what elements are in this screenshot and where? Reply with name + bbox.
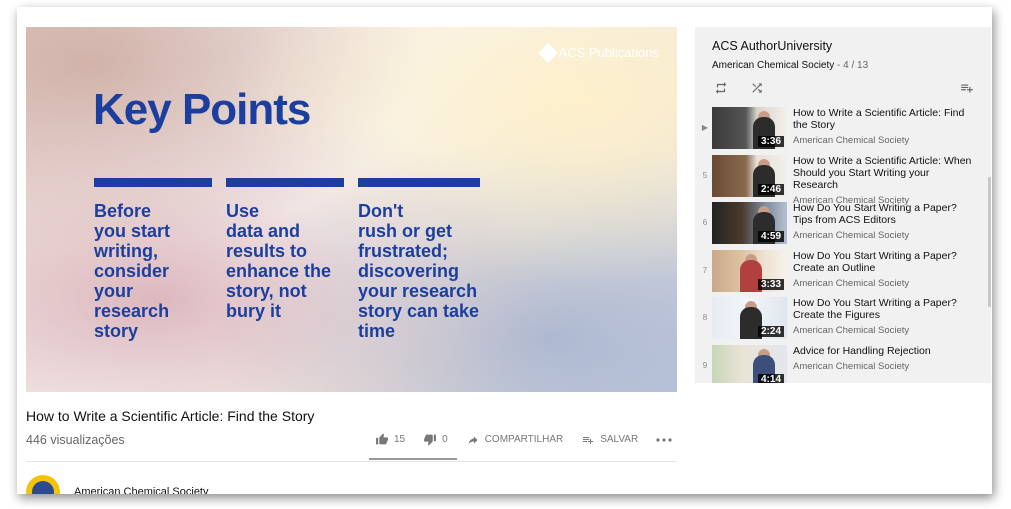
video-duration: 4:59 — [757, 231, 784, 242]
like-button[interactable]: 15 — [375, 433, 405, 446]
column-bar — [226, 178, 344, 187]
video-thumbnail[interactable]: 2:24 — [712, 297, 787, 339]
playlist-owner[interactable]: American Chemical Society — [712, 60, 834, 71]
loop-icon[interactable] — [713, 81, 729, 95]
video-duration: 2:24 — [757, 326, 784, 337]
playlist-item-title[interactable]: How Do You Start Writing a Paper? Create… — [793, 297, 975, 321]
like-ratio-bar — [369, 458, 457, 460]
column-text: Before you start writing, consider your … — [94, 201, 171, 341]
share-button[interactable]: COMPARTILHAR — [466, 434, 564, 446]
logo-text: ACS Publications — [558, 45, 659, 60]
playlist-item[interactable]: 9 4:14 Advice for Handling Rejection Ame… — [695, 344, 991, 383]
playlist-item[interactable]: ▶ 3:36 How to Write a Scientific Article… — [695, 107, 991, 155]
dislike-count: 0 — [442, 434, 448, 445]
column-bar — [358, 178, 480, 187]
video-duration: 3:36 — [757, 136, 784, 147]
slide-heading: Key Points — [93, 85, 311, 134]
slide-column-2: Use data and results to enhance the stor… — [226, 178, 344, 321]
playlist-item-index: 9 — [702, 360, 708, 370]
divider — [26, 461, 677, 462]
playlist-add-icon — [583, 436, 594, 444]
playlist-item-index: 5 — [702, 170, 708, 180]
video-thumbnail[interactable]: 3:33 — [712, 249, 787, 292]
column-bar — [94, 178, 212, 187]
shuffle-icon[interactable] — [749, 81, 765, 95]
share-arrow-icon — [468, 436, 478, 444]
playlist-item-index: ▶ — [701, 123, 709, 132]
playlist-item-title[interactable]: How to Write a Scientific Article: Find … — [793, 107, 975, 131]
video-thumbnail[interactable]: 4:59 — [712, 202, 787, 244]
playlist-subtitle: American Chemical Society - 4 / 13 — [712, 60, 974, 71]
thumbs-up-icon — [376, 433, 388, 445]
playlist-item-index: 8 — [702, 313, 708, 322]
playlist-title[interactable]: ACS AuthorUniversity — [712, 39, 974, 53]
playlist-item-title[interactable]: How Do You Start Writing a Paper? Create… — [793, 250, 975, 274]
playlist-item-title[interactable]: How to Write a Scientific Article: When … — [793, 155, 975, 191]
playlist-item[interactable]: 8 2:24 How Do You Start Writing a Paper?… — [695, 297, 991, 345]
video-player[interactable]: ACS Publications Key Points Before you s… — [26, 27, 677, 392]
playlist-item-channel: American Chemical Society — [793, 325, 910, 336]
share-label: COMPARTILHAR — [484, 434, 564, 445]
slide-column-3: Don't rush or get frustrated; discoverin… — [358, 178, 480, 341]
column-text: Don't rush or get frustrated; discoverin… — [358, 201, 480, 341]
playlist-item-title[interactable]: How Do You Start Writing a Paper? Tips f… — [793, 202, 975, 226]
playlist-item[interactable]: 6 4:59 How Do You Start Writing a Paper?… — [695, 202, 991, 250]
video-thumbnail[interactable]: 3:36 — [712, 107, 787, 149]
playlist-item-meta: How Do You Start Writing a Paper? Tips f… — [793, 202, 975, 241]
save-label: SALVAR — [600, 434, 639, 445]
channel-avatar[interactable] — [26, 475, 60, 494]
playlist-item-channel: American Chemical Society — [793, 277, 910, 289]
thumbs-down-icon — [424, 434, 437, 446]
playlist-item-meta: How Do You Start Writing a Paper? Create… — [793, 297, 975, 336]
video-thumbnail[interactable]: 4:14 — [712, 344, 787, 383]
playlist-item-meta: Advice for Handling Rejection American C… — [793, 345, 975, 372]
like-count: 15 — [394, 434, 406, 445]
playlist-item[interactable]: 7 3:33 How Do You Start Writing a Paper?… — [695, 249, 991, 298]
playlist-position: - 4 / 13 — [837, 60, 869, 71]
view-count: 446 visualizações — [26, 433, 125, 447]
save-button[interactable]: SALVAR — [581, 434, 638, 446]
playlist-item-index: 6 — [702, 218, 708, 227]
video-duration: 4:14 — [757, 373, 784, 383]
slide-column-1: Before you start writing, consider your … — [94, 178, 212, 341]
playlist-panel: ACS AuthorUniversity American Chemical S… — [695, 27, 991, 383]
playlist-item-channel: American Chemical Society — [793, 230, 910, 241]
video-duration: 2:46 — [757, 183, 784, 195]
playlist-item-title[interactable]: Advice for Handling Rejection — [793, 345, 975, 357]
video-duration: 3:33 — [757, 278, 784, 290]
acs-publications-logo: ACS Publications — [537, 42, 659, 63]
playlist-items: ▶ 3:36 How to Write a Scientific Article… — [695, 107, 991, 383]
video-title: How to Write a Scientific Article: Find … — [26, 408, 315, 424]
more-horiz-icon — [656, 437, 672, 442]
playlist-add-icon[interactable] — [959, 81, 975, 95]
playlist-scrollbar[interactable] — [988, 177, 991, 307]
playlist-item-meta: How Do You Start Writing a Paper? Create… — [793, 250, 975, 289]
video-actions: 15 0 COMPARTILHAR SALVAR — [375, 433, 690, 446]
playlist-header: ACS AuthorUniversity American Chemical S… — [695, 27, 991, 107]
column-text: Use data and results to enhance the stor… — [226, 201, 332, 321]
playlist-item-index: 7 — [702, 265, 708, 275]
channel-row[interactable]: American Chemical Society — [26, 475, 209, 494]
playlist-item[interactable]: 5 2:46 How to Write a Scientific Article… — [695, 154, 991, 206]
playlist-item-channel: American Chemical Society — [793, 135, 910, 146]
video-thumbnail[interactable]: 2:46 — [712, 154, 787, 197]
playlist-item-channel: American Chemical Society — [793, 360, 910, 372]
dislike-button[interactable]: 0 — [423, 433, 448, 446]
channel-name[interactable]: American Chemical Society — [74, 486, 209, 494]
playlist-controls — [713, 81, 975, 95]
more-actions-button[interactable] — [656, 437, 672, 443]
acs-logo-icon — [537, 42, 558, 63]
playlist-item-meta: How to Write a Scientific Article: When … — [793, 155, 975, 206]
playlist-item-meta: How to Write a Scientific Article: Find … — [793, 107, 975, 146]
youtube-page: ACS Publications Key Points Before you s… — [17, 7, 992, 494]
